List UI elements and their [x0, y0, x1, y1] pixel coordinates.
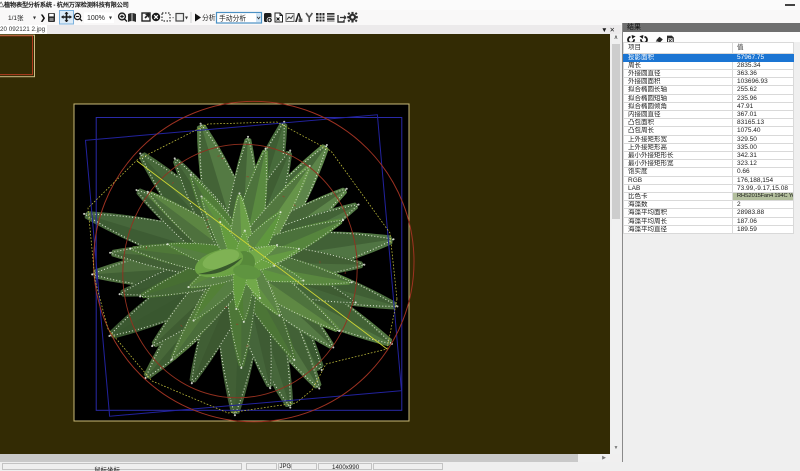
svg-text:-: -	[172, 15, 175, 22]
svg-text:100%: 100%	[87, 15, 105, 22]
svg-text:1/1张: 1/1张	[8, 13, 24, 22]
svg-text:▾: ▾	[109, 16, 112, 22]
svg-text:手动分析: 手动分析	[219, 14, 246, 23]
svg-text:❯: ❯	[40, 14, 46, 22]
svg-text:▾: ▾	[185, 16, 188, 22]
svg-text:分析: 分析	[202, 13, 216, 22]
svg-text:▾: ▾	[33, 16, 36, 22]
